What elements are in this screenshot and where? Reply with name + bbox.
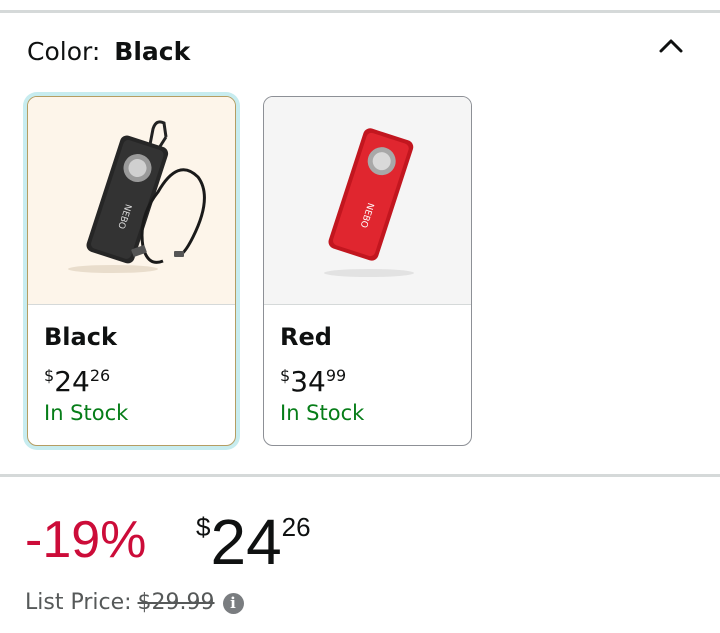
- price-divider: [0, 474, 720, 477]
- price-fraction: 26: [281, 512, 311, 542]
- color-selector-header[interactable]: Color: Black: [27, 36, 190, 68]
- color-label: Color:: [27, 37, 101, 66]
- swatch-black[interactable]: NEBO Black $2426 In Stock: [27, 96, 236, 446]
- price-whole: 24: [54, 365, 90, 398]
- price-whole: 34: [290, 365, 326, 398]
- chevron-up-icon[interactable]: [657, 33, 685, 57]
- price-currency: $: [196, 512, 211, 542]
- price-currency: $: [44, 366, 55, 385]
- availability-status: In Stock: [280, 401, 365, 425]
- info-icon[interactable]: i: [222, 593, 244, 614]
- swatch-name: Red: [280, 323, 332, 351]
- selected-color-value: Black: [114, 37, 191, 66]
- top-divider: [0, 10, 720, 13]
- availability-status: In Stock: [44, 401, 129, 425]
- swatch-red[interactable]: NEBO Red $3499 In Stock: [263, 96, 472, 446]
- list-price-value: $29.99: [137, 590, 215, 615]
- price-fraction: 26: [89, 366, 111, 385]
- list-price-row: List Price: $29.99 i: [25, 590, 244, 615]
- product-image-red: NEBO: [264, 97, 471, 305]
- price-whole: 24: [210, 506, 282, 578]
- swatch-name: Black: [44, 323, 117, 351]
- product-image-black: NEBO: [28, 97, 235, 305]
- list-price-label: List Price:: [25, 590, 132, 615]
- price-fraction: 99: [325, 366, 347, 385]
- current-price: $2426: [196, 506, 311, 578]
- price-currency: $: [280, 366, 291, 385]
- swatch-price: $3499: [280, 359, 346, 399]
- swatch-price: $2426: [44, 359, 110, 399]
- discount-percentage: -19%: [25, 511, 147, 569]
